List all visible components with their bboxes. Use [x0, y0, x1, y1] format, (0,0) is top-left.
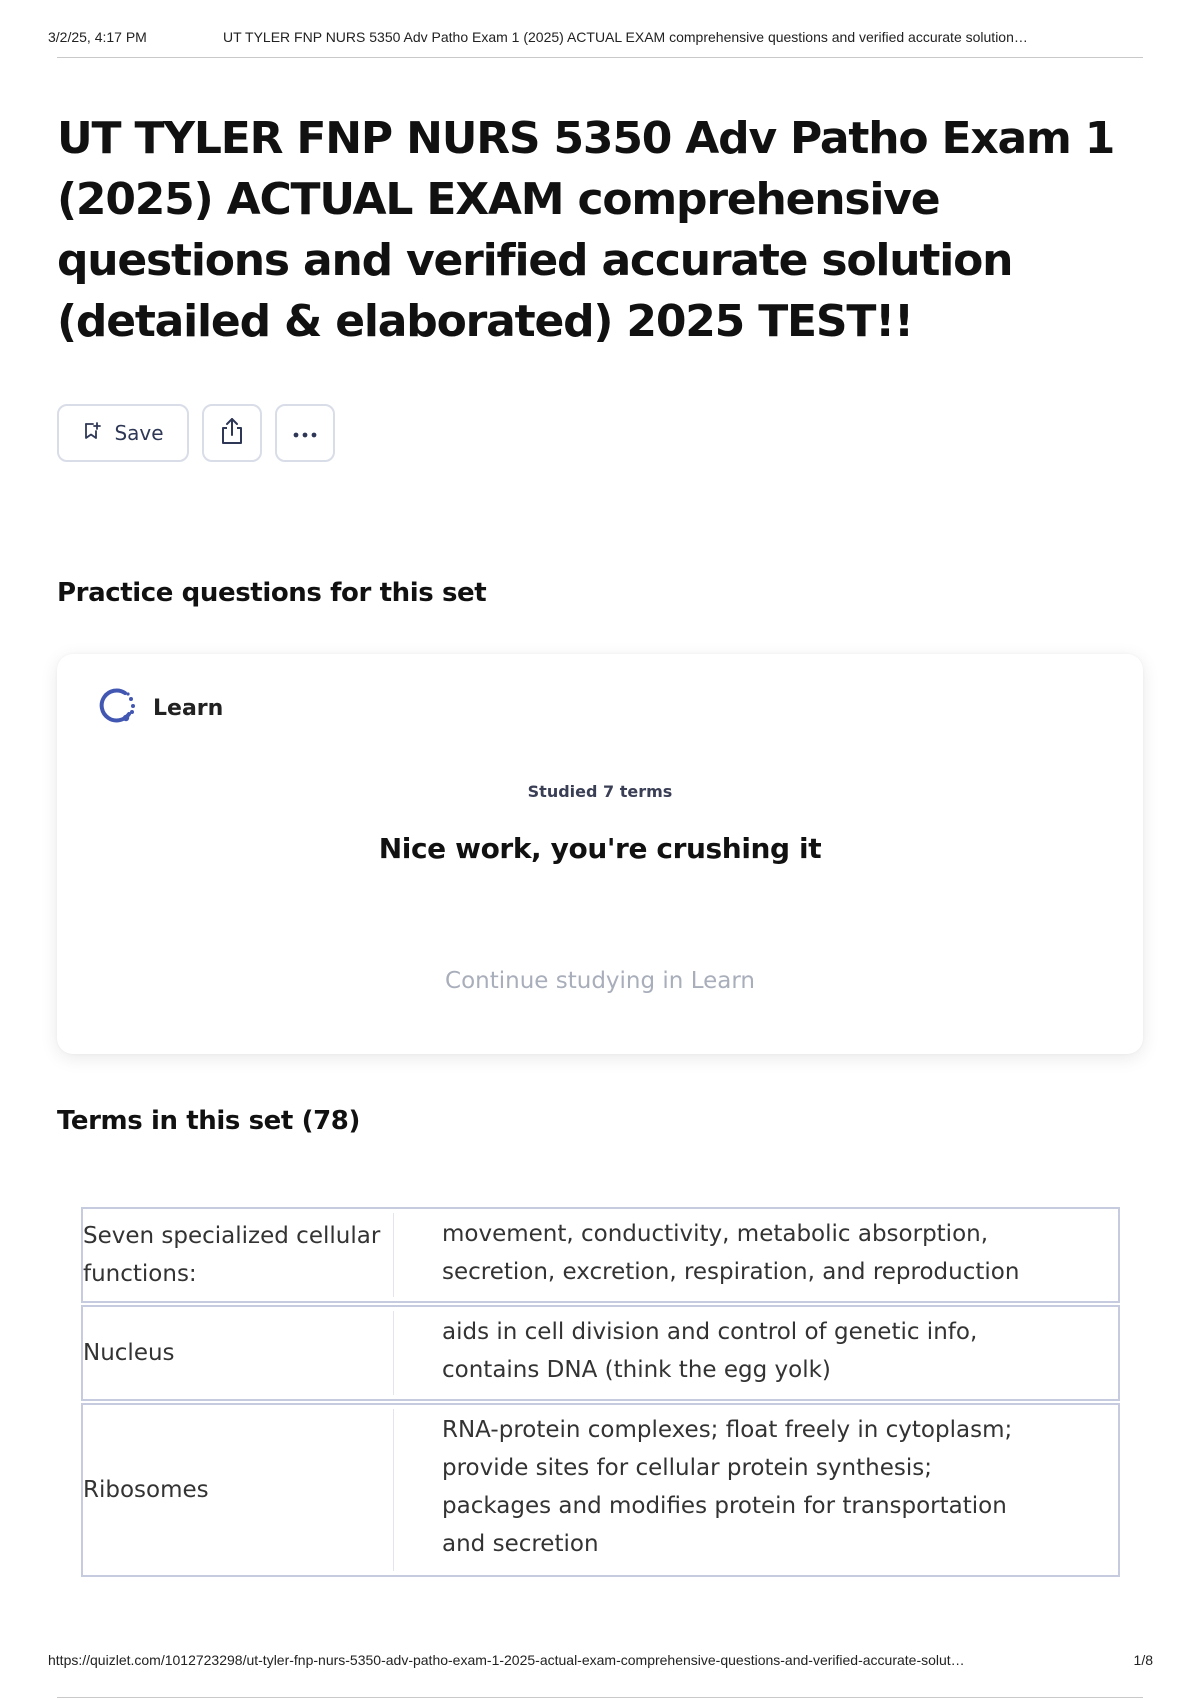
practice-heading: Practice questions for this set [57, 578, 487, 608]
more-options-button[interactable] [275, 404, 335, 462]
definition-cell: aids in cell division and control of gen… [442, 1319, 978, 1383]
save-button[interactable]: Save [57, 404, 189, 462]
header-divider [57, 57, 1143, 58]
footer-divider [57, 1697, 1143, 1698]
table-row: Ribosomes RNA-protein complexes; float f… [81, 1403, 1120, 1577]
learn-progress-icon [95, 684, 139, 732]
print-url: https://quizlet.com/1012723298/ut-tyler-… [48, 1652, 965, 1668]
definition-cell: RNA-protein complexes; float freely in c… [442, 1417, 1013, 1557]
share-icon [218, 416, 246, 450]
save-button-label: Save [114, 421, 164, 445]
share-button[interactable] [202, 404, 262, 462]
term-cell: Nucleus [83, 1340, 175, 1366]
definition-cell: movement, conductivity, metabolic absorp… [442, 1221, 1020, 1285]
learn-card: Learn Studied 7 terms Nice work, you're … [57, 654, 1143, 1054]
learn-header: Learn [95, 684, 223, 732]
terms-table: Seven specialized cellular functions: mo… [81, 1207, 1120, 1579]
print-doc-title: UT TYLER FNP NURS 5350 Adv Patho Exam 1 … [223, 29, 1028, 45]
more-options-icon [291, 424, 319, 443]
learn-mode-label: Learn [153, 695, 224, 721]
bookmark-add-icon [82, 421, 102, 445]
continue-learn-link[interactable]: Continue studying in Learn [57, 968, 1143, 994]
terms-heading: Terms in this set (78) [57, 1106, 360, 1136]
progress-message: Nice work, you're crushing it [378, 832, 822, 865]
page-title: UT TYLER FNP NURS 5350 Adv Patho Exam 1 … [57, 113, 1115, 347]
table-row: Seven specialized cellular functions: mo… [81, 1207, 1120, 1303]
print-date: 3/2/25, 4:17 PM [48, 29, 147, 45]
term-cell: Ribosomes [83, 1477, 209, 1503]
studied-count: Studied 7 terms [527, 782, 673, 801]
term-cell: Seven specialized cellular functions: [83, 1223, 381, 1287]
table-row: Nucleus aids in cell division and contro… [81, 1305, 1120, 1401]
page-number: 1/8 [1133, 1652, 1153, 1668]
set-actions: Save [57, 404, 335, 462]
